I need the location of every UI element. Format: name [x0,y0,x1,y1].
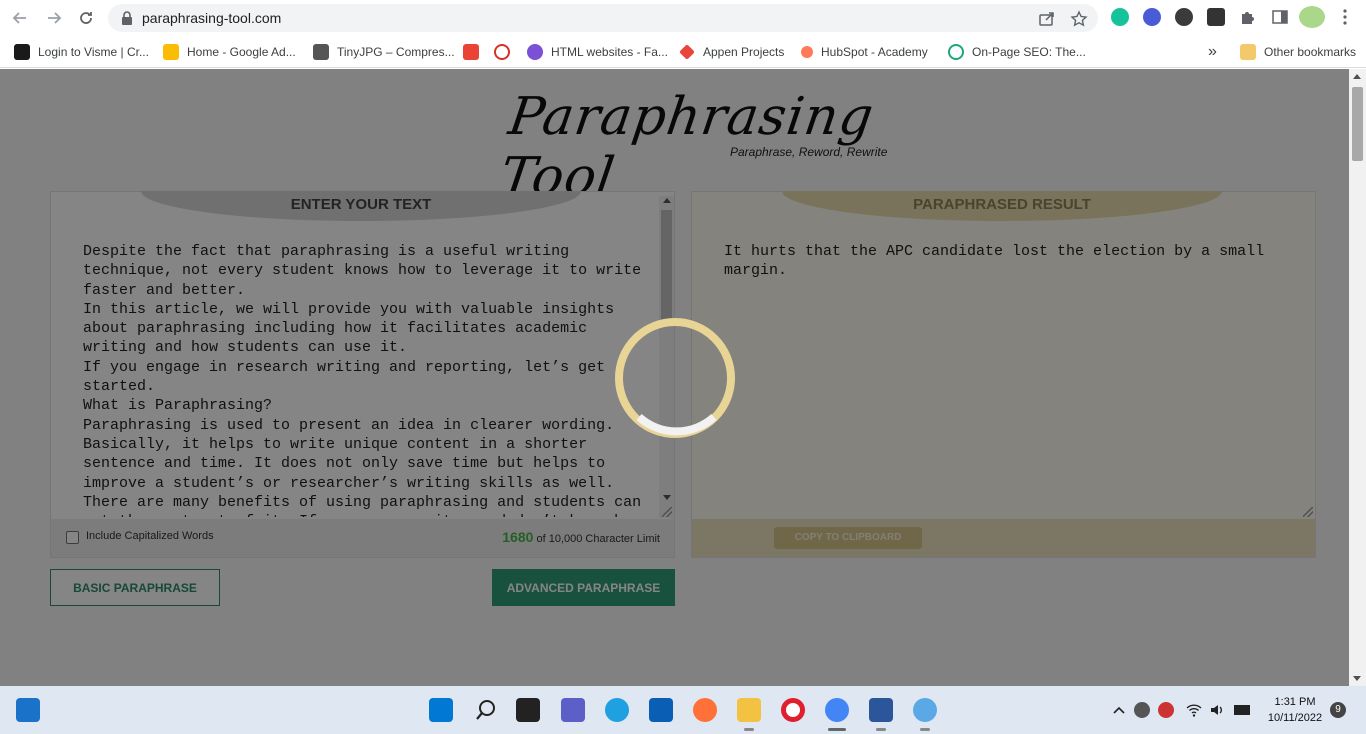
search-icon[interactable] [474,698,498,722]
clock-time: 1:31 PM [1274,696,1316,708]
paint-icon[interactable] [913,698,937,722]
bookmark-label: HubSpot - Academy [821,45,928,59]
browser-toolbar: paraphrasing-tool.com [0,0,1366,36]
extension-color-icon[interactable] [1143,8,1161,26]
bookmarks-bar: Login to Visme | Cr... Home - Google Ad.… [0,36,1366,68]
notification-badge[interactable]: 9 [1330,702,1346,718]
folder-icon [1240,44,1256,60]
word-icon[interactable] [869,698,893,722]
loading-spinner-icon [614,317,736,439]
bookmark-gmail[interactable] [463,42,487,62]
hubspot-icon [801,46,813,58]
visme-icon [14,44,30,60]
sidebar-icon[interactable] [1271,8,1289,26]
t-circle-icon [494,44,510,60]
bookmark-label: HTML websites - Fa... [551,45,668,59]
panda-icon [313,44,329,60]
url-text: paraphrasing-tool.com [142,10,282,26]
volume-icon[interactable] [1209,702,1225,718]
m-extension-icon[interactable] [1207,8,1225,26]
windows-taskbar: 1:31 PM 10/11/2022 9 [0,686,1366,734]
running-indicator [876,728,886,731]
bookmarks-overflow-button[interactable]: » [1208,42,1217,62]
reload-icon[interactable] [74,6,98,30]
puzzle-icon[interactable] [1239,8,1257,26]
clock-date: 10/11/2022 [1267,712,1323,724]
widgets-icon[interactable] [16,698,40,722]
store-icon[interactable] [649,698,673,722]
other-bookmarks-label: Other bookmarks [1264,45,1357,59]
edge-icon[interactable] [605,698,629,722]
active-indicator [828,728,846,731]
page-scroll-down-icon[interactable] [1353,676,1361,681]
chat-icon[interactable] [561,698,585,722]
lock-icon [120,10,136,26]
gmail-icon [463,44,479,60]
forward-arrow-icon[interactable] [42,6,66,30]
menu-dots-icon[interactable] [1336,8,1354,26]
wifi-icon[interactable] [1186,702,1202,718]
grammarly-icon[interactable] [1111,8,1129,26]
c-circle-icon [527,44,543,60]
bookmark-label: Home - Google Ad... [187,45,296,59]
bookmark-appen[interactable]: Appen Projects [679,42,784,62]
battery-icon[interactable] [1234,705,1250,715]
firefox-icon[interactable] [693,698,717,722]
page-scroll-up-icon[interactable] [1353,74,1361,79]
bookmark-tinyjpg[interactable]: TinyJPG – Compres... [313,42,455,62]
bookmark-hubspot[interactable]: HubSpot - Academy [801,42,928,62]
system-clock[interactable]: 1:31 PM 10/11/2022 [1264,694,1326,726]
page-scrollbar[interactable] [1349,69,1366,686]
star-icon[interactable] [1070,10,1088,28]
ring-icon [948,44,964,60]
overflow-chevron-icon: » [1208,43,1217,60]
chrome-icon[interactable] [825,698,849,722]
address-bar[interactable]: paraphrasing-tool.com [108,4,1098,32]
google-ads-icon [163,44,179,60]
k-extension-icon[interactable] [1175,8,1193,26]
bookmark-visme[interactable]: Login to Visme | Cr... [14,42,149,62]
running-indicator [920,728,930,731]
bookmark-label: Appen Projects [703,45,785,59]
running-indicator [744,728,754,731]
onedrive-icon[interactable] [1134,702,1150,718]
file-explorer-icon[interactable] [737,698,761,722]
bookmark-label: Login to Visme | Cr... [38,45,149,59]
page-scroll-thumb[interactable] [1352,87,1363,161]
share-icon[interactable] [1038,10,1056,28]
opera-icon[interactable] [781,698,805,722]
task-view-icon[interactable] [516,698,540,722]
tray-chevron-up-icon[interactable] [1111,702,1127,718]
bookmark-html-websites[interactable]: HTML websites - Fa... [527,42,668,62]
bookmark-label: On-Page SEO: The... [972,45,1086,59]
windows-start-icon[interactable] [429,698,453,722]
other-bookmarks-folder[interactable]: Other bookmarks [1240,42,1356,62]
profile-avatar[interactable] [1299,6,1325,28]
bookmark-label: TinyJPG – Compres... [337,45,455,59]
appen-icon [679,44,695,60]
bookmark-onpage-seo[interactable]: On-Page SEO: The... [948,42,1086,62]
bookmark-google-ads[interactable]: Home - Google Ad... [163,42,296,62]
sync-icon[interactable] [1158,702,1174,718]
bookmark-t[interactable] [494,42,518,62]
back-arrow-icon[interactable] [8,6,32,30]
